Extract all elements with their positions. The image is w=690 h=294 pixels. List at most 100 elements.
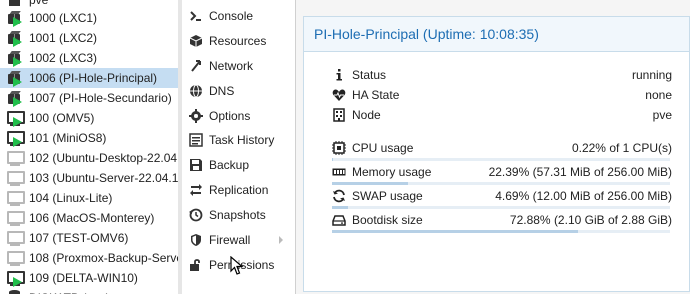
database-icon: [7, 290, 24, 294]
menu-item-network[interactable]: Network: [182, 54, 295, 78]
menu-item-snapshots[interactable]: Snapshots: [182, 203, 295, 227]
cpu-usage-row: CPU usage 0.22% of 1 CPU(s): [332, 138, 672, 158]
building-icon: [332, 108, 346, 122]
bootdisk-label: Bootdisk size: [352, 213, 423, 227]
node-value: pve: [652, 108, 672, 122]
tree-item-label: 1002 (LXC3): [29, 51, 98, 65]
desktop-icon: [7, 230, 25, 246]
container-icon: [7, 70, 24, 87]
tree-item-label: 104 (Linux-Lite): [29, 191, 113, 205]
tree-item-label: 1001 (LXC2): [29, 31, 98, 45]
menu-item-firewall[interactable]: Firewall: [182, 228, 295, 252]
container-icon: [7, 50, 24, 67]
memory-usage-bar: [332, 182, 670, 185]
memory-usage-value: 22.39% (57.31 MiB of 256.00 MiB): [488, 165, 672, 179]
menu-item-label: Resources: [209, 34, 267, 48]
memory-usage-row: Memory usage 22.39% (57.31 MiB of 256.00…: [332, 162, 672, 182]
tree-item-label: 1007 (PI-Hole-Secundario): [29, 91, 172, 105]
bootdisk-row: Bootdisk size 72.88% (2.10 GiB of 2.88 G…: [332, 210, 672, 230]
swap-usage-bar: [332, 206, 670, 209]
tree-item[interactable]: 108 (Proxmox-Backup-Serve: [0, 248, 178, 268]
info-icon: [332, 68, 346, 82]
tree-item[interactable]: 107 (TEST-OMV6): [0, 228, 178, 248]
heartbeat-icon: [332, 88, 346, 102]
hdd-icon: [332, 213, 346, 227]
tree-item[interactable]: 101 (MiniOS8): [0, 128, 178, 148]
status-row: Status running: [332, 65, 672, 85]
menu-item-replication[interactable]: Replication: [182, 178, 295, 202]
menu-item-label: DNS: [209, 84, 235, 98]
network-icon: [189, 59, 203, 73]
menu-item-dns[interactable]: DNS: [182, 79, 295, 103]
swap-usage-bar-fill: [332, 206, 348, 209]
running-status-icon: [13, 77, 22, 87]
tree-item-label: 109 (DELTA-WIN10): [29, 271, 138, 285]
ha-state-row: HA State none: [332, 85, 672, 105]
tree-item-label: 100 (OMV5): [29, 111, 95, 125]
desktop-icon: [7, 210, 25, 226]
bootdisk-bar-fill: [332, 230, 579, 233]
tree-item-label: 103 (Ubuntu-Server-22.04.1): [29, 171, 178, 185]
desktop-icon: [7, 170, 25, 186]
memory-usage-bar-fill: [332, 182, 408, 185]
config-menu: Console Resources Network DNS Options Ta…: [182, 0, 296, 294]
ha-state-value: none: [645, 88, 672, 102]
swap-usage-label: SWAP usage: [352, 189, 423, 203]
bootdisk-bar: [332, 230, 670, 233]
tree-item-label: 106 (MacOS-Monterey): [29, 211, 155, 225]
tree-item[interactable]: 106 (MacOS-Monterey): [0, 208, 178, 228]
status-panel: PI-Hole-Principal (Uptime: 10:08:35) Sta…: [303, 16, 690, 292]
cube-icon: [189, 34, 203, 48]
running-status-icon: [13, 57, 22, 67]
running-status-icon: [13, 17, 22, 27]
tree-item[interactable]: 1001 (LXC2): [0, 28, 178, 48]
menu-item-backup[interactable]: Backup: [182, 153, 295, 177]
gear-icon: [189, 109, 203, 123]
mouse-cursor-icon: [230, 255, 246, 276]
tree-item-label: 108 (Proxmox-Backup-Serve: [29, 251, 178, 265]
tree-item[interactable]: 100 (OMV5): [0, 108, 178, 128]
tree-item[interactable]: 1002 (LXC3): [0, 48, 178, 68]
cpu-usage-bar-fill: [332, 158, 333, 161]
tree-item[interactable]: 1000 (LXC1): [0, 8, 178, 28]
tree-item[interactable]: 103 (Ubuntu-Server-22.04.1): [0, 168, 178, 188]
shield-icon: [189, 233, 203, 247]
menu-item-label: Options: [209, 109, 251, 123]
tree-item[interactable]: 1006 (PI-Hole-Principal): [0, 68, 178, 88]
menu-item-options[interactable]: Options: [182, 104, 295, 128]
menu-item-console[interactable]: Console: [182, 4, 295, 28]
tree-item[interactable]: 109 (DELTA-WIN10): [0, 268, 178, 288]
tree-item-label: 101 (MiniOS8): [29, 131, 107, 145]
main-content: PI-Hole-Principal (Uptime: 10:08:35) Sta…: [296, 0, 690, 294]
refresh-icon: [332, 189, 346, 203]
tree-item-label: 1000 (LXC1): [29, 11, 98, 25]
tree-item[interactable]: 104 (Linux-Lite): [0, 188, 178, 208]
tree-item[interactable]: 1007 (PI-Hole-Secundario): [0, 88, 178, 108]
node-row: Node pve: [332, 105, 672, 125]
running-status-icon: [13, 117, 22, 127]
status-panel-header: PI-Hole-Principal (Uptime: 10:08:35): [304, 17, 689, 52]
swap-usage-row: SWAP usage 4.69% (12.00 MiB of 256.00 Mi…: [332, 186, 672, 206]
menu-item-label: Network: [209, 59, 254, 73]
unlock-icon: [189, 258, 203, 272]
desktop-icon: [7, 150, 25, 166]
tree-item-label: 102 (Ubuntu-Desktop-22.04.1: [29, 151, 178, 165]
menu-item-label: Backup: [209, 158, 250, 172]
menu-item-label: Snapshots: [209, 208, 266, 222]
history-icon: [189, 208, 203, 222]
menu-item-task-history[interactable]: Task History: [182, 128, 295, 152]
menu-item-label: Task History: [209, 133, 275, 147]
tree-item[interactable]: DISK1TB (pve): [0, 288, 178, 294]
menu-item-resources[interactable]: Resources: [182, 29, 295, 53]
running-status-icon: [13, 277, 22, 287]
tree-node-label: pve: [29, 0, 49, 7]
page-title: PI-Hole-Principal (Uptime: 10:08:35): [314, 26, 539, 42]
status-value: running: [631, 68, 672, 82]
desktop-icon: [7, 190, 25, 206]
node-label: Node: [352, 108, 381, 122]
floppy-icon: [189, 158, 203, 172]
memory-icon: [332, 165, 346, 179]
tree-item[interactable]: 102 (Ubuntu-Desktop-22.04.1: [0, 148, 178, 168]
menu-item-label: Firewall: [209, 233, 251, 247]
cpu-usage-label: CPU usage: [352, 141, 414, 155]
